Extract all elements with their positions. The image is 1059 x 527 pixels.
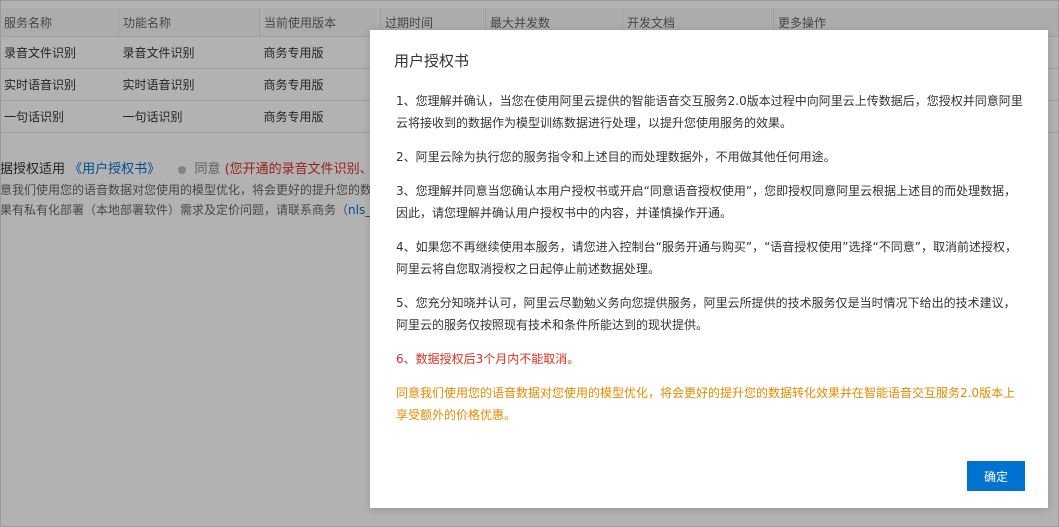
- dialog-body: 1、您理解并确认，当您在使用阿里云提供的智能语音交互服务2.0版本过程中向阿里云…: [396, 90, 1024, 438]
- terms-paragraph-1: 1、您理解并确认，当您在使用阿里云提供的智能语音交互服务2.0版本过程中向阿里云…: [396, 94, 1023, 130]
- terms-paragraph-5: 5、您充分知晓并认可，阿里云尽勤勉义务向您提供服务，阿里云所提供的技术服务仅是当…: [396, 296, 1016, 332]
- terms-paragraph-2: 2、阿里云除为执行您的服务指令和上述目的而处理数据外，不用做其他任何用途。: [396, 150, 836, 164]
- terms-paragraph-4: 4、如果您不再继续使用本服务，请您进入控制台“服务开通与购买”，“语音授权使用”…: [396, 240, 1017, 276]
- dialog-title: 用户授权书: [394, 52, 470, 70]
- terms-benefit-note: 同意我们使用您的语音数据对您使用的模型优化，将会更好的提升您的数据转化效果并在智…: [396, 386, 1016, 422]
- authorization-dialog: 用户授权书 1、您理解并确认，当您在使用阿里云提供的智能语音交互服务2.0版本过…: [370, 30, 1048, 508]
- confirm-button[interactable]: 确定: [967, 461, 1025, 491]
- terms-paragraph-3: 3、您理解并同意当您确认本用户授权书或开启“同意语音授权使用”，您即授权同意阿里…: [396, 184, 1017, 220]
- terms-warning: 6、数据授权后3个月内不能取消。: [396, 352, 580, 366]
